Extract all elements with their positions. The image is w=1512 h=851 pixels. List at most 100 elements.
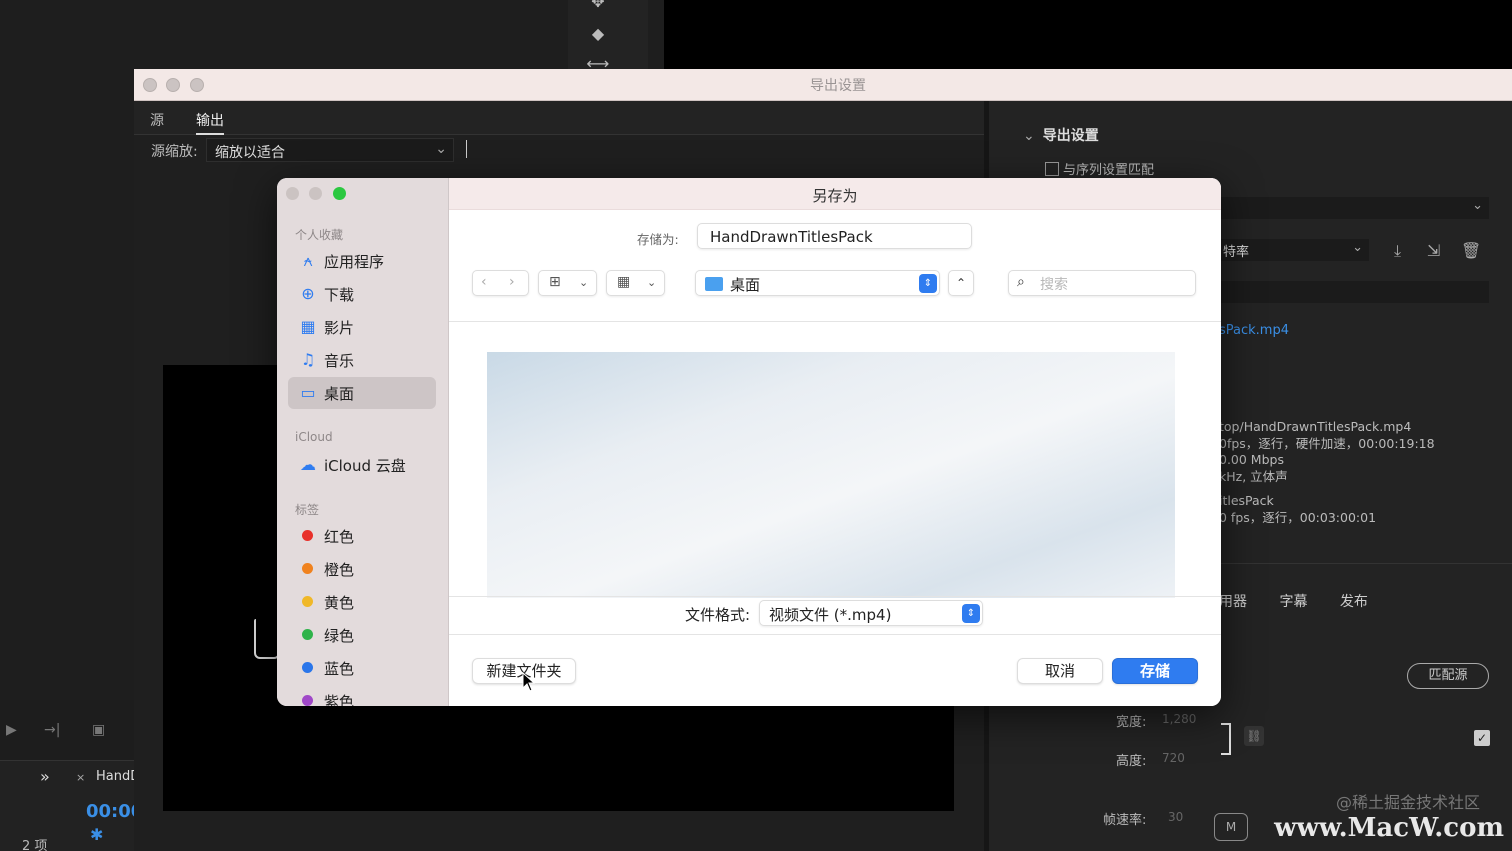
grid-view-icon: ⊞ xyxy=(549,274,561,290)
file-browser-area[interactable] xyxy=(487,352,1175,598)
checkbox-icon xyxy=(1045,162,1059,176)
group-icon: ▦ xyxy=(617,274,631,290)
chevron-up-icon: ⌃ xyxy=(955,276,967,290)
minimize-icon[interactable] xyxy=(309,187,322,200)
search-input[interactable]: ⌕ 搜索 xyxy=(1008,270,1196,296)
link-icon[interactable]: ⛓ xyxy=(1244,726,1264,746)
width-value[interactable]: 1,280 xyxy=(1162,712,1196,726)
chevron-down-icon: ⌄ xyxy=(647,276,657,289)
watermark-big: www.MacW.com xyxy=(1274,813,1504,843)
checkbox-icon[interactable]: ✓ xyxy=(1474,730,1490,746)
tools-panel: ✥ ◆ ⟷ xyxy=(568,0,648,73)
tag-dot-icon xyxy=(302,629,313,640)
comments-field[interactable] xyxy=(1219,281,1489,303)
search-placeholder: 搜索 xyxy=(1040,277,1068,293)
desktop-icon: ▭ xyxy=(300,383,316,402)
divider xyxy=(449,634,1221,635)
dialog-main: 另存为 存储为: HandDrawnTitlesPack ‹ › ⊞ ⌄ ▦ ⌄ xyxy=(449,178,1221,706)
cancel-button[interactable]: 取消 xyxy=(1017,658,1103,684)
watermark-logo-icon: M xyxy=(1214,813,1248,841)
chevron-down-icon: ⌄ xyxy=(1472,198,1483,213)
match-source-button[interactable]: 匹配源 xyxy=(1407,663,1489,689)
sidebar-item-icloud-drive[interactable]: ☁ iCloud 云盘 xyxy=(288,449,436,481)
summary-line: top/HandDrawnTitlesPack.mp4 xyxy=(1219,419,1412,434)
music-icon: ♫ xyxy=(300,350,316,369)
sidebar-item-music[interactable]: ♫ 音乐 xyxy=(288,344,436,376)
sidebar-item-applications[interactable]: ⍲ 应用程序 xyxy=(288,245,436,277)
summary: top/HandDrawnTitlesPack.mp4 0fps，逐行，硬件加速… xyxy=(1219,419,1435,526)
tab-captions[interactable]: 字幕 xyxy=(1279,594,1307,610)
format-select[interactable]: ⌄ xyxy=(1219,197,1489,219)
sidebar-item-movies[interactable]: ▦ 影片 xyxy=(288,311,436,343)
divider xyxy=(449,596,1221,597)
save-button[interactable]: 存储 xyxy=(1112,658,1198,684)
group-button[interactable]: ▦ ⌄ xyxy=(606,270,665,296)
save-preset-icon[interactable]: ⇲ xyxy=(1427,241,1440,260)
search-icon: ⌕ xyxy=(1017,274,1025,290)
mouse-cursor-icon xyxy=(522,672,536,692)
zoom-row: 源缩放: 缩放以适合 ⌄ xyxy=(134,135,984,165)
finder-sidebar: 个人收藏 ⍲ 应用程序 ⊕ 下载 ▦ 影片 ♫ 音乐 ▭ 桌面 iCloud ☁… xyxy=(277,178,449,706)
back-icon[interactable]: ‹ xyxy=(481,274,487,290)
fps-value[interactable]: 30 xyxy=(1168,810,1183,824)
nav-buttons: ‹ › xyxy=(472,270,529,296)
sidebar-tag-orange[interactable]: 橙色 xyxy=(288,553,436,585)
dialog-titlebar: 另存为 xyxy=(449,178,1221,210)
view-mode-button[interactable]: ⊞ ⌄ xyxy=(538,270,597,296)
format-label: 文件格式: xyxy=(685,606,751,624)
item-count: 2 项 xyxy=(22,839,48,851)
height-value[interactable]: 720 xyxy=(1162,751,1185,765)
save-as-dialog: 个人收藏 ⍲ 应用程序 ⊕ 下载 ▦ 影片 ♫ 音乐 ▭ 桌面 iCloud ☁… xyxy=(277,178,1221,706)
sidebar-tag-yellow[interactable]: 黄色 xyxy=(288,586,436,618)
export-settings-header[interactable]: ⌄ 导出设置 xyxy=(1023,125,1099,145)
sidebar-tag-blue[interactable]: 蓝色 xyxy=(288,652,436,684)
updown-icon: ⇕ xyxy=(962,604,980,623)
tag-dot-icon xyxy=(302,596,313,607)
razor-icon[interactable]: ◆ xyxy=(586,24,610,44)
collapse-button[interactable]: ⌃ xyxy=(948,270,974,296)
file-format-select[interactable]: 视频文件 (*.mp4) ⇕ xyxy=(759,600,983,626)
watermark-small: @稀土掘金技术社区 xyxy=(1335,793,1480,812)
tab-publish[interactable]: 发布 xyxy=(1340,594,1368,610)
dialog-title: 另存为 xyxy=(812,187,858,205)
tab-output[interactable]: 输出 xyxy=(196,110,224,135)
expand-arrows-icon[interactable]: » xyxy=(40,767,50,786)
zoom-icon[interactable] xyxy=(333,187,346,200)
move-icon[interactable]: ✥ xyxy=(586,0,610,12)
preset-select[interactable]: 特率 ⌄ xyxy=(1219,239,1369,261)
step-forward-icon[interactable]: →| xyxy=(44,722,60,738)
tab-effects[interactable]: 用器 xyxy=(1219,594,1247,610)
downloads-icon: ⊕ xyxy=(301,284,315,303)
play-icon[interactable]: ▶ xyxy=(6,722,17,738)
summary-line: itlesPack xyxy=(1219,493,1274,508)
sidebar-tag-red[interactable]: 红色 xyxy=(288,520,436,552)
filename-input[interactable]: HandDrawnTitlesPack xyxy=(697,223,972,249)
sidebar-item-downloads[interactable]: ⊕ 下载 xyxy=(288,278,436,310)
tab-close-icon[interactable]: × xyxy=(76,771,85,784)
trash-icon[interactable]: 🗑 xyxy=(1461,241,1481,260)
forward-icon[interactable]: › xyxy=(509,274,515,290)
sidebar-tag-purple[interactable]: 紫色 xyxy=(288,685,436,706)
sidebar-item-desktop[interactable]: ▭ 桌面 xyxy=(288,377,436,409)
divider xyxy=(449,321,1221,322)
chevron-down-icon: ⌄ xyxy=(1352,240,1363,255)
applications-icon: ⍲ xyxy=(303,251,313,270)
summary-line: 0.00 Mbps xyxy=(1219,452,1284,467)
sidebar-tag-green[interactable]: 绿色 xyxy=(288,619,436,651)
match-sequence-checkbox[interactable]: 与序列设置匹配 xyxy=(1045,159,1154,178)
close-icon[interactable] xyxy=(286,187,299,200)
snap-icon[interactable]: ✱ xyxy=(90,825,103,844)
tab-source[interactable]: 源 xyxy=(150,110,164,130)
chevron-down-icon: ⌄ xyxy=(1023,128,1035,144)
watermark: @稀土掘金技术社区 M www.MacW.com xyxy=(1214,793,1504,843)
screen: ✥ ◆ ⟷ ▶ →| ▣ » × HandD 00:00 ✱ 2 项 导出设置 … xyxy=(0,0,1512,851)
location-select[interactable]: 桌面 ⇕ xyxy=(695,270,940,296)
output-name-link[interactable]: sPack.mp4 xyxy=(1219,323,1289,338)
export-frame-icon[interactable]: ▣ xyxy=(92,722,105,738)
width-label: 宽度: xyxy=(1116,715,1147,730)
source-output-tabs: 源 输出 xyxy=(134,101,984,135)
import-preset-icon[interactable]: ⤓ xyxy=(1394,241,1401,261)
height-label: 高度: xyxy=(1116,754,1147,769)
zoom-select[interactable]: 缩放以适合 ⌄ xyxy=(206,138,454,162)
fps-label: 帧速率: xyxy=(1103,813,1147,828)
